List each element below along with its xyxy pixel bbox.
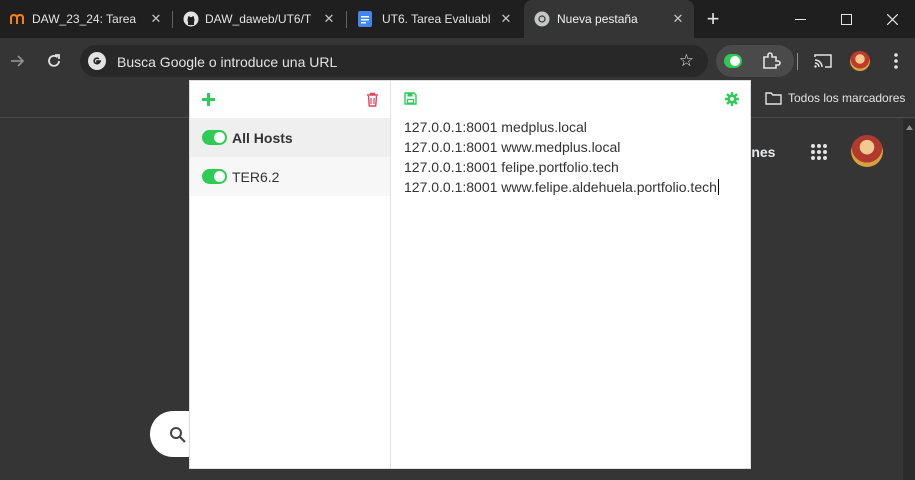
tab-title: DAW_23_24: Tarea E — [32, 12, 140, 26]
close-icon[interactable]: ✕ — [321, 11, 337, 27]
tab-github[interactable]: DAW_daweb/UT6/T ✕ — [173, 0, 345, 38]
tab-moodle[interactable]: DAW_23_24: Tarea E ✕ — [0, 0, 172, 38]
omnibox-text: Busca Google o introduce una URL — [117, 54, 338, 70]
github-icon — [183, 11, 199, 27]
new-tab-button[interactable]: + — [690, 0, 736, 38]
docs-icon — [357, 11, 373, 27]
host-label: All Hosts — [232, 129, 293, 146]
hosts-line: 127.0.0.1:8001 felipe.portfolio.tech — [404, 159, 619, 175]
trash-icon[interactable] — [366, 92, 379, 112]
hosts-sidebar: All Hosts TER6.2 — [190, 81, 391, 468]
apps-grid-icon[interactable] — [810, 143, 828, 166]
toolbar: Busca Google o introduce una URL ☆ — [0, 38, 915, 84]
extensions-area — [716, 45, 794, 77]
hosts-line-last: 127.0.0.1:8001 www.felipe.aldehuela.port… — [404, 179, 719, 195]
folder-icon — [765, 92, 782, 105]
maximize-icon[interactable] — [823, 0, 869, 38]
hosts-extension-toggle-icon[interactable] — [724, 54, 742, 68]
sidebar-header — [190, 81, 390, 118]
hosts-editor[interactable]: 127.0.0.1:8001 medplus.local 127.0.0.1:8… — [392, 81, 750, 468]
host-toggle[interactable] — [202, 130, 227, 145]
extensions-puzzle-icon[interactable] — [761, 51, 781, 76]
toolbar-divider — [797, 53, 798, 70]
close-window-icon[interactable] — [869, 0, 915, 38]
reload-icon[interactable] — [45, 52, 65, 72]
settings-gear-icon[interactable] — [725, 92, 739, 111]
chrome-icon — [534, 11, 550, 27]
hosts-line-text: 127.0.0.1:8001 www.felipe.aldehuela.port… — [404, 179, 717, 195]
hosts-line: 127.0.0.1:8001 medplus.local — [404, 119, 587, 135]
account-avatar[interactable] — [851, 135, 883, 167]
profile-avatar[interactable] — [850, 51, 870, 71]
tab-title: Nueva pestaña — [557, 12, 638, 26]
scrollbar[interactable] — [903, 119, 915, 480]
tab-new-tab[interactable]: Nueva pestaña ✕ — [524, 0, 694, 38]
omnibox[interactable]: Busca Google o introduce una URL ☆ — [80, 45, 708, 77]
add-host-icon[interactable] — [202, 93, 215, 111]
host-item-all-hosts[interactable]: All Hosts — [190, 118, 390, 157]
all-bookmarks-label: Todos los marcadores — [788, 91, 906, 105]
search-icon — [170, 427, 186, 443]
hosts-extension-popup: All Hosts TER6.2 127.0.0.1:8001 medplus.… — [189, 80, 751, 469]
menu-kebab-icon[interactable] — [893, 52, 899, 70]
tab-docs[interactable]: UT6. Tarea Evaluabl ✕ — [347, 0, 522, 38]
all-bookmarks-button[interactable]: Todos los marcadores — [765, 91, 905, 105]
moodle-icon — [10, 11, 26, 27]
google-icon — [88, 52, 106, 70]
hosts-line: 127.0.0.1:8001 www.medplus.local — [404, 139, 621, 155]
editor-header — [392, 81, 750, 118]
tab-strip: DAW_23_24: Tarea E ✕ DAW_daweb/UT6/T ✕ U… — [0, 0, 915, 38]
forward-icon[interactable] — [8, 52, 28, 72]
host-item-ter6-2[interactable]: TER6.2 — [190, 157, 390, 196]
host-label: TER6.2 — [232, 168, 280, 185]
tab-title: DAW_daweb/UT6/T — [205, 12, 312, 26]
minimize-icon[interactable] — [777, 0, 823, 38]
close-icon[interactable]: ✕ — [148, 11, 164, 27]
close-icon[interactable]: ✕ — [498, 11, 514, 27]
save-icon[interactable] — [404, 92, 417, 110]
tab-title: UT6. Tarea Evaluabl — [382, 12, 490, 26]
bookmark-star-icon[interactable]: ☆ — [679, 51, 694, 71]
host-toggle[interactable] — [202, 169, 227, 184]
close-icon[interactable]: ✕ — [670, 11, 686, 27]
text-caret — [717, 179, 719, 195]
cast-icon[interactable] — [814, 53, 832, 74]
